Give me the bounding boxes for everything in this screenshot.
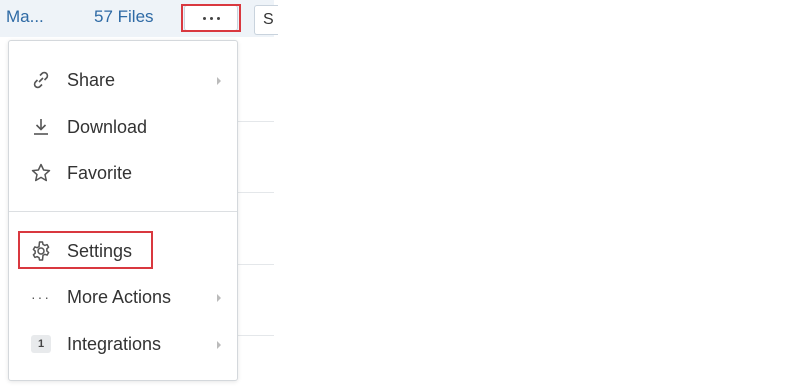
ellipsis-icon: ···	[31, 289, 51, 305]
star-icon	[29, 161, 53, 185]
menu-item-more-actions[interactable]: ··· More Actions	[9, 277, 237, 317]
menu-item-label: Download	[67, 116, 148, 137]
more-options-menu: Share Download Favorite Settings ··· Mor…	[8, 40, 238, 381]
row-divider	[236, 121, 274, 122]
settings-highlight	[18, 231, 153, 269]
side-button[interactable]: S	[254, 5, 278, 35]
menu-item-label: More Actions	[67, 286, 172, 307]
menu-item-label: Integrations	[67, 333, 162, 354]
menu-divider	[9, 211, 237, 212]
integrations-count-badge: 1	[31, 335, 51, 353]
chevron-right-icon	[215, 291, 223, 303]
row-divider	[236, 264, 274, 265]
menu-item-download[interactable]: Download	[9, 107, 237, 147]
file-count: 57 Files	[94, 7, 154, 26]
chevron-right-icon	[215, 338, 223, 350]
row-divider	[236, 192, 274, 193]
menu-item-label: Favorite	[67, 162, 133, 183]
breadcrumb[interactable]: Ma...	[6, 7, 44, 27]
chevron-right-icon	[215, 74, 223, 86]
menu-item-favorite[interactable]: Favorite	[9, 153, 237, 193]
share-icon	[29, 68, 53, 92]
menu-item-share[interactable]: Share	[9, 60, 237, 100]
toolbar: Ma... 57 Files S	[0, 0, 278, 37]
menu-item-integrations[interactable]: 1 Integrations	[9, 324, 237, 364]
menu-item-label: Share	[67, 69, 116, 90]
row-divider	[236, 335, 274, 336]
download-icon	[29, 115, 53, 139]
integrations-icon: 1	[29, 332, 53, 356]
more-options-highlight	[181, 4, 241, 32]
